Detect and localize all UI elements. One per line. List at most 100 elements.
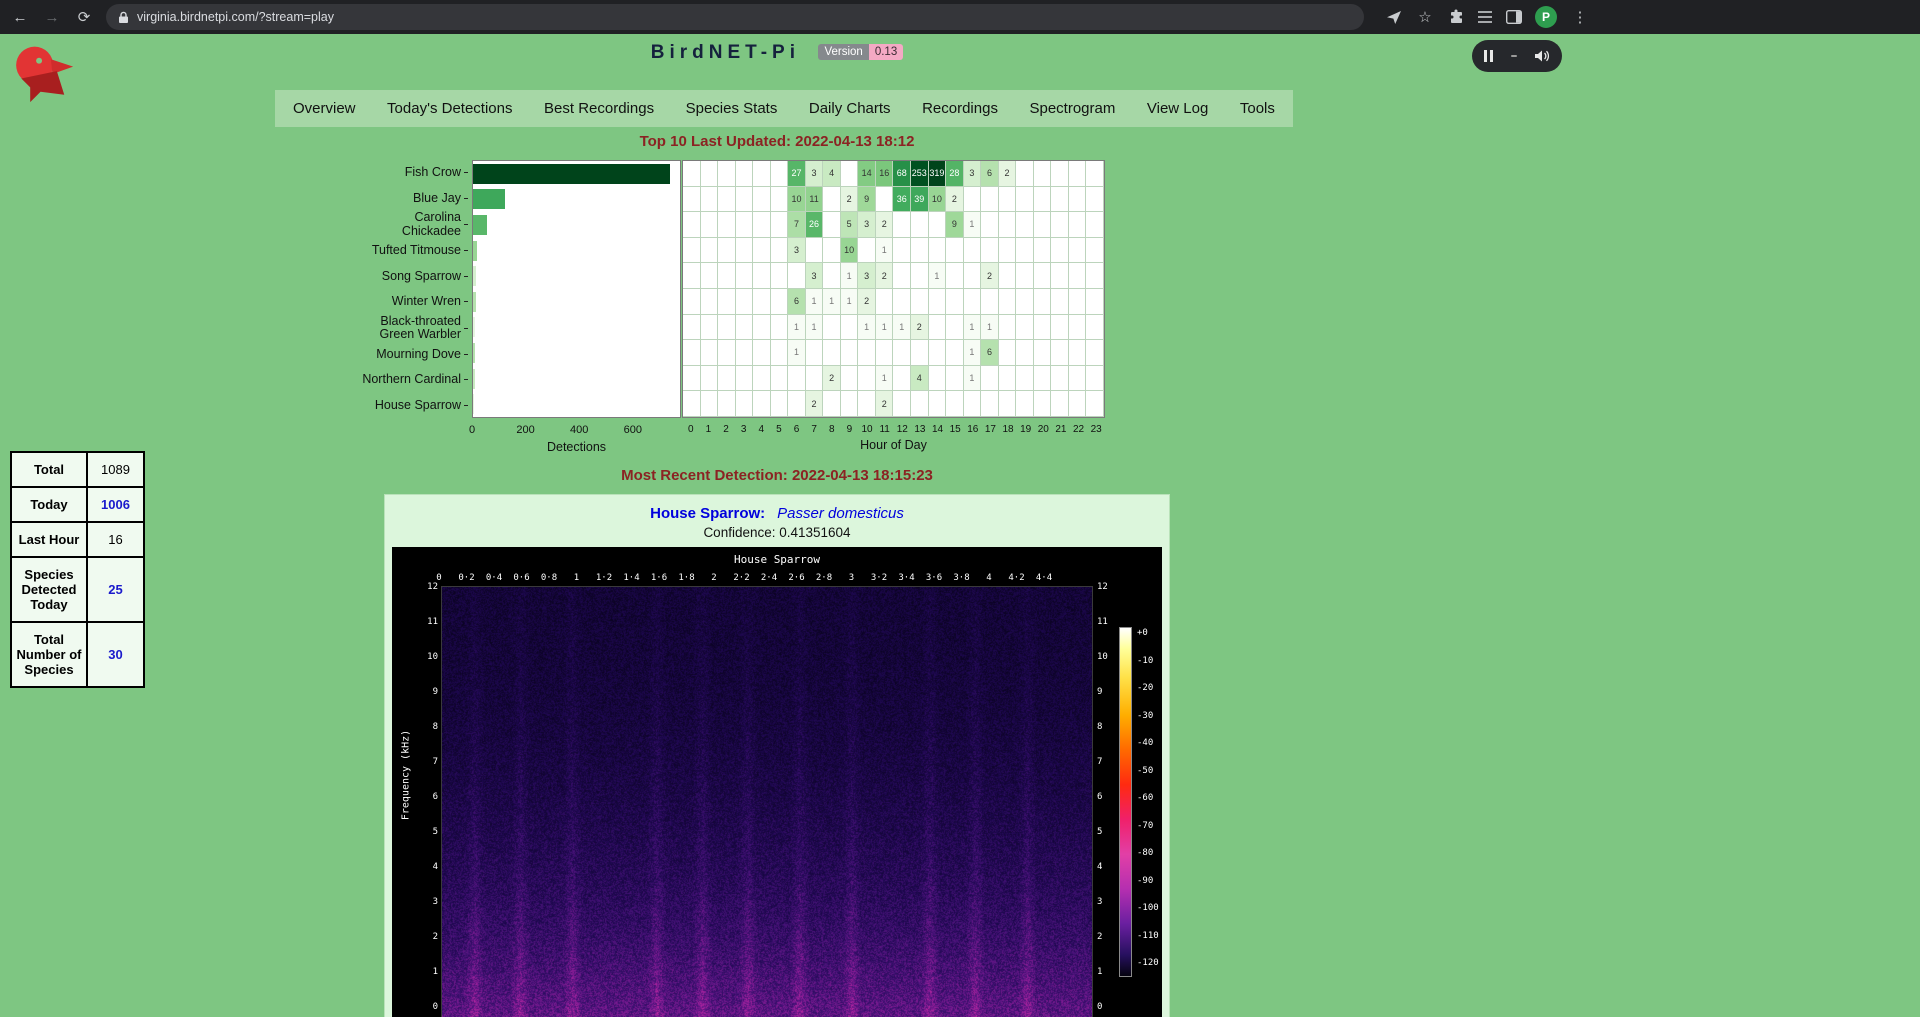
heatmap-cell: 11	[806, 187, 824, 213]
chrome-toolbar: ☆ P ⋮	[1386, 6, 1590, 28]
heatmap-cell	[1069, 391, 1087, 417]
heatmap-cell: 6	[981, 161, 999, 187]
heatmap-cell	[1069, 212, 1087, 238]
reading-list-icon[interactable]	[1477, 10, 1493, 24]
heatmap-cell	[981, 289, 999, 315]
hour-axis-tick: 11	[879, 424, 889, 435]
heatmap-cell: 1	[964, 340, 982, 366]
bar-axis-tick: 400	[570, 424, 588, 436]
heatmap-cell	[1034, 161, 1052, 187]
heatmap-cell	[999, 238, 1017, 264]
bar-axis-tick: 200	[516, 424, 534, 436]
pause-icon[interactable]	[1484, 50, 1493, 62]
address-bar[interactable]: virginia.birdnetpi.com/?stream=play	[106, 4, 1364, 30]
colorbar-tick: -20	[1137, 683, 1153, 693]
nav-item-today-s-detections[interactable]: Today's Detections	[383, 100, 516, 117]
hour-axis-tick: 19	[1020, 424, 1031, 435]
heatmap-cell: 1	[806, 315, 824, 341]
spectro-y-tick: 8	[1097, 722, 1102, 732]
species-label: House Sparrow	[360, 393, 468, 419]
reload-icon[interactable]: ⟳	[74, 10, 94, 25]
spectro-y-tick: 5	[1097, 827, 1102, 837]
heatmap-cell	[911, 263, 929, 289]
heatmap-cell: 1	[876, 238, 894, 264]
spectro-x-tick: 1·8	[678, 573, 694, 583]
stats-value[interactable]: 25	[87, 557, 144, 622]
heatmap-cell	[929, 238, 947, 264]
colorbar-tick: -110	[1137, 931, 1159, 941]
spectro-y-tick: 11	[1097, 617, 1108, 627]
nav-item-tools[interactable]: Tools	[1236, 100, 1279, 117]
nav-item-view-log[interactable]: View Log	[1143, 100, 1212, 117]
kebab-menu-icon[interactable]: ⋮	[1570, 10, 1590, 25]
heatmap-cell	[1016, 315, 1034, 341]
nav-item-best-recordings[interactable]: Best Recordings	[540, 100, 658, 117]
spectro-y-tick: 1	[433, 967, 438, 977]
heatmap-cell	[701, 315, 719, 341]
extensions-puzzle-icon[interactable]	[1448, 9, 1464, 25]
nav-item-spectrogram[interactable]: Spectrogram	[1025, 100, 1119, 117]
nav-item-daily-charts[interactable]: Daily Charts	[805, 100, 895, 117]
heatmap-cell	[718, 238, 736, 264]
heatmap-cell	[771, 391, 789, 417]
detections-bar	[473, 317, 475, 337]
heatmap-cell	[893, 238, 911, 264]
volume-icon[interactable]	[1534, 49, 1550, 63]
heatmap-cell	[1086, 315, 1104, 341]
heatmap-cell	[1051, 366, 1069, 392]
heatmap-cell	[1016, 263, 1034, 289]
nav-item-species-stats[interactable]: Species Stats	[682, 100, 782, 117]
heatmap-cell	[1034, 340, 1052, 366]
heatmap-cell: 1	[981, 315, 999, 341]
recent-detection-panel: House Sparrow:Passer domesticus Confiden…	[384, 494, 1170, 1017]
stats-value[interactable]: 30	[87, 622, 144, 687]
heatmap-cell	[929, 289, 947, 315]
spectro-x-tick: 4·4	[1036, 573, 1052, 583]
profile-avatar[interactable]: P	[1535, 6, 1557, 28]
heatmap-cell	[683, 187, 701, 213]
heatmap-cell: 2	[876, 391, 894, 417]
detections-bar	[473, 215, 487, 235]
audio-player[interactable]	[1472, 40, 1562, 72]
heatmap-cell	[753, 340, 771, 366]
heatmap-cell	[841, 315, 859, 341]
heatmap-cell	[771, 366, 789, 392]
heatmap-cell	[946, 289, 964, 315]
heatmap-cell: 1	[964, 315, 982, 341]
heatmap-cell	[736, 315, 754, 341]
bookmark-star-icon[interactable]: ☆	[1415, 10, 1435, 25]
heatmap-cell	[1086, 187, 1104, 213]
side-panel-icon[interactable]	[1506, 10, 1522, 24]
most-recent-heading: Most Recent Detection: 2022-04-13 18:15:…	[0, 467, 1554, 484]
species-name-link[interactable]: House Sparrow:	[650, 505, 765, 522]
nav-item-recordings[interactable]: Recordings	[918, 100, 1002, 117]
heatmap-cell	[1034, 315, 1052, 341]
heatmap-cell	[1069, 263, 1087, 289]
heatmap-cell: 6	[981, 340, 999, 366]
heatmap-cell	[981, 391, 999, 417]
heatmap-cell	[1051, 212, 1069, 238]
heatmap-cell: 1	[929, 263, 947, 289]
spectro-y-tick: 9	[433, 687, 438, 697]
spectro-x-tick: 1	[574, 573, 579, 583]
stats-value[interactable]: 1006	[87, 487, 144, 522]
bar-axis-tick: 600	[624, 424, 642, 436]
spectro-y-tick: 7	[1097, 757, 1102, 767]
hour-axis-tick: 21	[1055, 424, 1066, 435]
spectro-y-tick: 12	[1097, 582, 1108, 592]
species-label: Fish Crow	[360, 160, 468, 186]
spectro-x-tick: 3	[849, 573, 854, 583]
colorbar-tick: -40	[1137, 738, 1153, 748]
heatmap-cell	[946, 340, 964, 366]
forward-icon[interactable]: →	[42, 10, 62, 25]
heatmap-cell	[753, 391, 771, 417]
back-icon[interactable]: ←	[10, 10, 30, 25]
nav-item-overview[interactable]: Overview	[289, 100, 360, 117]
heatmap-cell: 36	[893, 187, 911, 213]
heatmap-cell	[911, 340, 929, 366]
heatmap-cell	[683, 161, 701, 187]
hour-axis-tick: 20	[1038, 424, 1049, 435]
heatmap-cell	[929, 212, 947, 238]
send-icon[interactable]	[1386, 9, 1402, 25]
heatmap-cell: 3	[858, 263, 876, 289]
